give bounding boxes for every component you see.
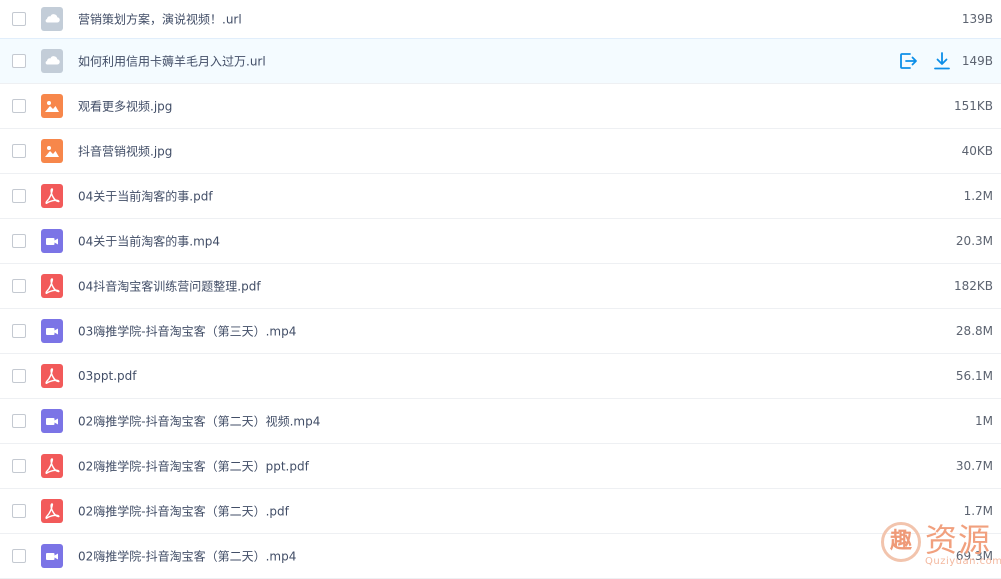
- watermark-glyph: 趣: [881, 522, 921, 562]
- file-row[interactable]: 04抖音淘宝客训练营问题整理.pdf 182KB: [0, 264, 1001, 309]
- video-file-icon: [41, 544, 63, 568]
- video-file-icon: [41, 409, 63, 433]
- video-file-icon: [41, 319, 63, 343]
- file-name[interactable]: 04关于当前淘客的事.mp4: [78, 233, 220, 250]
- file-select-checkbox[interactable]: [12, 144, 26, 158]
- file-row[interactable]: 03ppt.pdf 56.1M: [0, 354, 1001, 399]
- file-size: 139B: [961, 12, 993, 26]
- file-row[interactable]: 02嗨推学院-抖音淘宝客（第二天）.mp4 69.3M: [0, 534, 1001, 579]
- file-size: 28.8M: [955, 324, 993, 338]
- file-select-checkbox[interactable]: [12, 549, 26, 563]
- file-size: 30.7M: [955, 459, 993, 473]
- file-size: 151KB: [953, 99, 993, 113]
- file-row[interactable]: 04关于当前淘客的事.mp4 20.3M: [0, 219, 1001, 264]
- file-name[interactable]: 观看更多视频.jpg: [78, 98, 172, 115]
- file-name[interactable]: 抖音营销视频.jpg: [78, 143, 172, 160]
- video-file-icon: [41, 229, 63, 253]
- file-name[interactable]: 如何利用信用卡薅羊毛月入过万.url: [78, 53, 266, 70]
- file-row[interactable]: 03嗨推学院-抖音淘宝客（第三天）.mp4 28.8M: [0, 309, 1001, 354]
- file-name[interactable]: 营销策划方案，演说视频！.url: [78, 11, 242, 28]
- pdf-file-icon: [41, 454, 63, 478]
- file-size: 56.1M: [955, 369, 993, 383]
- file-name[interactable]: 02嗨推学院-抖音淘宝客（第二天）.mp4: [78, 548, 296, 565]
- file-size: 20.3M: [955, 234, 993, 248]
- cloud-link-icon: [41, 7, 63, 31]
- file-select-checkbox[interactable]: [12, 12, 26, 26]
- file-select-checkbox[interactable]: [12, 189, 26, 203]
- watermark-logo: 趣 资源 Quziyuan.com: [879, 520, 1001, 570]
- image-file-icon: [41, 94, 63, 118]
- file-select-checkbox[interactable]: [12, 99, 26, 113]
- file-size: 1M: [975, 414, 993, 428]
- watermark-text: 资源: [925, 521, 992, 559]
- file-size: 40KB: [961, 144, 993, 158]
- file-row[interactable]: 观看更多视频.jpg 151KB: [0, 84, 1001, 129]
- watermark-subtext: Quziyuan.com: [925, 556, 1001, 567]
- image-file-icon: [41, 139, 63, 163]
- file-size: 182KB: [953, 279, 993, 293]
- file-name[interactable]: 03嗨推学院-抖音淘宝客（第三天）.mp4: [78, 323, 296, 340]
- pdf-file-icon: [41, 184, 63, 208]
- file-row[interactable]: 02嗨推学院-抖音淘宝客（第二天）视频.mp4 1M: [0, 399, 1001, 444]
- file-name[interactable]: 04抖音淘宝客训练营问题整理.pdf: [78, 278, 261, 295]
- file-name[interactable]: 02嗨推学院-抖音淘宝客（第二天）ppt.pdf: [78, 458, 309, 475]
- file-select-checkbox[interactable]: [12, 414, 26, 428]
- file-select-checkbox[interactable]: [12, 234, 26, 248]
- file-name[interactable]: 02嗨推学院-抖音淘宝客（第二天）.pdf: [78, 503, 289, 520]
- pdf-file-icon: [41, 499, 63, 523]
- pdf-file-icon: [41, 274, 63, 298]
- file-list: 营销策划方案，演说视频！.url 139B 如何利用信用卡薅羊毛月入过万.url 14…: [0, 0, 1001, 579]
- file-size: 1.7M: [963, 504, 993, 518]
- cloud-link-icon: [41, 49, 63, 73]
- file-row[interactable]: 02嗨推学院-抖音淘宝客（第二天）.pdf 1.7M: [0, 489, 1001, 534]
- file-select-checkbox[interactable]: [12, 279, 26, 293]
- file-size: 1.2M: [963, 189, 993, 203]
- file-row[interactable]: 如何利用信用卡薅羊毛月入过万.url 149B: [0, 38, 1001, 84]
- file-name[interactable]: 03ppt.pdf: [78, 369, 136, 383]
- download-icon[interactable]: [932, 51, 952, 71]
- share-icon[interactable]: [898, 51, 918, 71]
- file-row[interactable]: 抖音营销视频.jpg 40KB: [0, 129, 1001, 174]
- file-select-checkbox[interactable]: [12, 369, 26, 383]
- pdf-file-icon: [41, 364, 63, 388]
- file-row[interactable]: 02嗨推学院-抖音淘宝客（第二天）ppt.pdf 30.7M: [0, 444, 1001, 489]
- file-select-checkbox[interactable]: [12, 324, 26, 338]
- file-name[interactable]: 04关于当前淘客的事.pdf: [78, 188, 213, 205]
- file-select-checkbox[interactable]: [12, 459, 26, 473]
- file-size: 149B: [961, 54, 993, 68]
- file-row[interactable]: 营销策划方案，演说视频！.url 139B: [0, 0, 1001, 39]
- file-name[interactable]: 02嗨推学院-抖音淘宝客（第二天）视频.mp4: [78, 413, 320, 430]
- file-select-checkbox[interactable]: [12, 504, 26, 518]
- file-row[interactable]: 04关于当前淘客的事.pdf 1.2M: [0, 174, 1001, 219]
- file-select-checkbox[interactable]: [12, 54, 26, 68]
